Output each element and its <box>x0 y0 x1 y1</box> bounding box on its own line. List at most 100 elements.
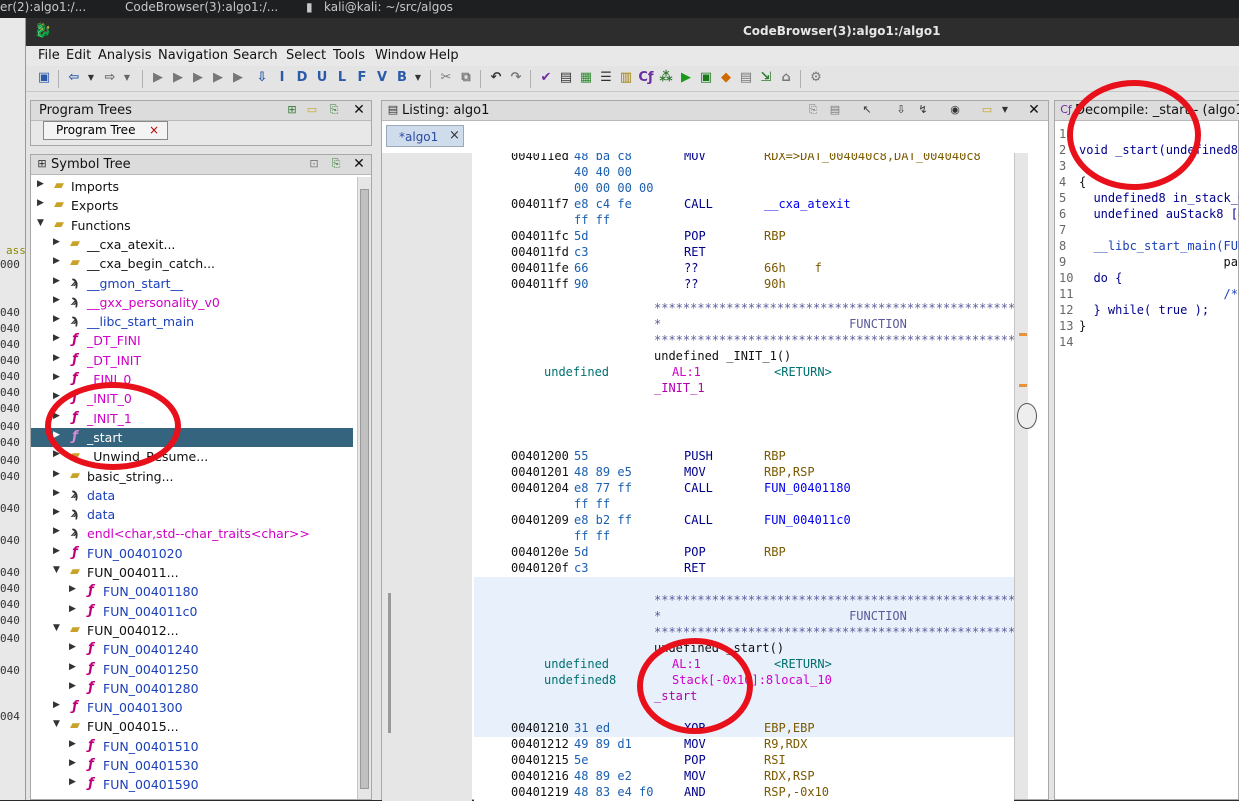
nav-next-label-icon[interactable]: ▶ <box>210 70 226 86</box>
datatype-icon[interactable]: ▥ <box>618 70 634 86</box>
undo-icon[interactable]: ↶ <box>488 70 504 86</box>
field-layout-icon[interactable]: ⇩ <box>894 103 908 117</box>
listing-line[interactable]: 00401209 e8 b2 ff CALL FUN_004011c0 <box>474 513 1014 529</box>
tree-row[interactable]: ▶ ƒ FUN_00401530 <box>31 756 353 775</box>
expand-arrow-icon[interactable]: ▶ <box>69 604 79 614</box>
toolbar-letter-b[interactable]: B <box>394 70 410 86</box>
listing-line[interactable]: ****************************************… <box>474 301 1014 317</box>
expand-arrow-icon[interactable]: ▶ <box>69 662 79 672</box>
listing-line[interactable]: 004011fe 66?? 66h f <box>474 261 1014 277</box>
tree-row[interactable]: ▶ ϡ __gxx_personality_v0 <box>31 293 353 312</box>
tree-row[interactable]: ▶ ƒ FUN_004011c0 <box>31 602 353 621</box>
expand-arrow-icon[interactable]: ▶ <box>69 739 79 749</box>
listing-line[interactable]: 00401212 49 89 d1 MOV R9,RDX <box>474 737 1014 753</box>
tree-row[interactable]: ▶ ▰ Exports <box>31 196 353 215</box>
tree-row[interactable]: ▶ ▰ Imports <box>31 177 353 196</box>
redo-icon[interactable]: ↷ <box>508 70 524 86</box>
listing-icon[interactable]: ☰ <box>598 70 614 86</box>
run-icon[interactable]: ▶ <box>678 70 694 86</box>
scrollbar-thumb[interactable] <box>360 189 369 789</box>
menu-analysis[interactable]: Analysis <box>98 48 152 63</box>
open-folder-icon[interactable]: ▭ <box>305 103 319 117</box>
merge-icon[interactable]: ✂ <box>438 70 454 86</box>
toolbar-letter-i[interactable]: I <box>274 70 290 86</box>
nav-next-function-icon[interactable]: ▶ <box>230 70 246 86</box>
tree-row[interactable]: ▶ ƒ FUN_00401300 <box>31 698 353 717</box>
tree-row[interactable]: ▶ ƒ FUN_00401510 <box>31 737 353 756</box>
expand-arrow-icon[interactable]: ▶ <box>69 681 79 691</box>
paste-icon[interactable]: ▤ <box>828 103 842 117</box>
listing-line[interactable]: ****************************************… <box>474 625 1014 641</box>
toolbar-letter-l[interactable]: L <box>334 70 350 86</box>
listing-line[interactable]: ff ff <box>474 529 1014 545</box>
listing-gutter[interactable] <box>382 153 472 801</box>
expand-arrow-icon[interactable]: ▶ <box>53 507 63 517</box>
diff-icon[interactable]: ↯ <box>916 103 930 117</box>
dropdown-icon[interactable]: ▼ <box>998 103 1012 117</box>
dropdown-icon[interactable]: ▼ <box>410 70 426 86</box>
tree-row[interactable]: ▶ ϡ data <box>31 505 353 524</box>
symbol-tree-scrollbar[interactable] <box>357 177 371 799</box>
back-dropdown-icon[interactable]: ▼ <box>83 70 99 86</box>
graph-icon[interactable]: ⁂ <box>658 70 674 86</box>
listing-line[interactable]: 00401204 e8 77 ff CALL FUN_00401180 <box>474 481 1014 497</box>
symbol-filter-icon[interactable]: ⊡ <box>307 157 321 171</box>
tree-row[interactable]: ▶ ▰ __cxa_atexit... <box>31 235 353 254</box>
cursor-icon[interactable]: ↖ <box>860 103 874 117</box>
taskbar-item-3[interactable]: kali@kali: ~/src/algos <box>324 0 453 14</box>
tree-row[interactable]: ▶ ƒ _FINI_0 <box>31 370 353 389</box>
tree-row[interactable]: ▶ ϡ __libc_start_main <box>31 312 353 331</box>
expand-arrow-icon[interactable]: ▶ <box>53 256 63 266</box>
expand-arrow-icon[interactable]: ▶ <box>53 333 63 343</box>
tree-row[interactable]: ▶ ϡ data <box>31 486 353 505</box>
listing-line[interactable]: 00401216 48 89 e2 MOV RDX,RSP <box>474 769 1014 785</box>
script-icon[interactable]: ▣ <box>698 70 714 86</box>
expand-arrow-icon[interactable]: ▶ <box>53 526 63 536</box>
expand-arrow-icon[interactable]: ▶ <box>69 758 79 768</box>
listing-line[interactable]: 0040120f c3 RET <box>474 561 1014 577</box>
tree-row[interactable]: ▶ ƒ FUN_00401250 <box>31 660 353 679</box>
tree-row[interactable]: ▶ ƒ _DT_FINI <box>31 331 353 350</box>
expand-arrow-icon[interactable]: ▶ <box>53 276 63 286</box>
expand-arrow-icon[interactable]: ▶ <box>37 198 47 208</box>
tree-row[interactable]: ▶ ▰ basic_string... <box>31 467 353 486</box>
listing-line[interactable]: 00401219 48 83 e4 f0 AND RSP,-0x10 <box>474 785 1014 801</box>
expand-arrow-icon[interactable]: ▶ <box>69 642 79 652</box>
nav-next-undefined-icon[interactable]: ▶ <box>190 70 206 86</box>
snapshot-icon[interactable]: ⎘ <box>327 103 341 117</box>
tab-program-tree[interactable]: Program Tree × <box>43 121 168 140</box>
expand-arrow-icon[interactable]: ▶ <box>53 372 63 382</box>
nav-next-icon[interactable]: ▶ <box>150 70 166 86</box>
tree-row[interactable]: ▶ ƒ FUN_00401240 <box>31 640 353 659</box>
listing-line[interactable]: _INIT_1 <box>474 381 1014 397</box>
menu-edit[interactable]: Edit <box>66 48 91 63</box>
menu-tools[interactable]: Tools <box>333 48 365 63</box>
listing-line[interactable]: 00401210 31 ed XOR EBP,EBP <box>474 721 1014 737</box>
window-icon[interactable]: ▭ <box>980 103 994 117</box>
copy-icon[interactable]: ⎘ <box>806 103 820 117</box>
collapse-arrow-icon[interactable]: ▼ <box>37 218 47 228</box>
tree-row[interactable]: ▶ ƒ FUN_00401280 <box>31 679 353 698</box>
taskbar-item-2[interactable]: CodeBrowser(3):algo1:/... <box>125 0 278 14</box>
back-icon[interactable]: ⇦ <box>66 70 82 86</box>
toolbar-letter-v[interactable]: V <box>374 70 390 86</box>
listing-line[interactable]: ff ff <box>474 497 1014 513</box>
listing-line[interactable]: ****************************************… <box>474 333 1014 349</box>
menu-select[interactable]: Select <box>286 48 326 63</box>
toolbar-letter-f[interactable]: F <box>354 70 370 86</box>
tree-row[interactable]: ▶ ϡ endl<char,std--char_traits<char>> <box>31 524 353 543</box>
tree-row[interactable]: ▼ ▰ Functions <box>31 216 353 235</box>
collapse-arrow-icon[interactable]: ▼ <box>53 623 63 633</box>
close-icon[interactable]: ✕ <box>351 102 367 118</box>
listing-line[interactable]: 0040120e 5d POP RBP <box>474 545 1014 561</box>
tab-close-icon[interactable]: × <box>149 123 159 137</box>
expand-arrow-icon[interactable]: ▶ <box>53 546 63 556</box>
toolbar-letter-d[interactable]: D <box>294 70 310 86</box>
listing-line[interactable]: 00401215 5e POP RSI <box>474 753 1014 769</box>
tree-row[interactable]: ▶ ƒ FUN_00401590 <box>31 775 353 794</box>
listing-line[interactable]: * FUNCTION <box>474 317 1014 333</box>
scrollbar-thumb[interactable] <box>1017 403 1037 429</box>
down-arrow-icon[interactable]: ⇩ <box>254 70 270 86</box>
expand-arrow-icon[interactable]: ▶ <box>53 295 63 305</box>
listing-line[interactable]: 004011fd c3 RET <box>474 245 1014 261</box>
